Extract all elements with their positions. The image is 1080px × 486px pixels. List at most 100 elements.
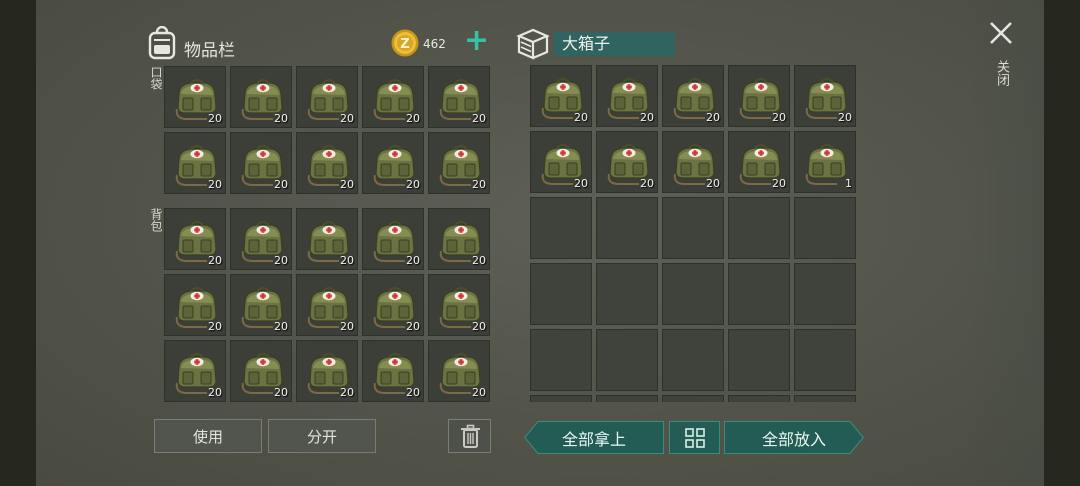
- box-slot[interactable]: [596, 263, 658, 325]
- box-slot[interactable]: 1: [794, 131, 856, 193]
- split-button[interactable]: 分开: [268, 419, 376, 453]
- trash-button[interactable]: [448, 419, 491, 453]
- box-slot[interactable]: [794, 197, 856, 259]
- put-all-button[interactable]: 全部放入: [724, 421, 864, 454]
- take-all-button[interactable]: 全部拿上: [524, 421, 664, 454]
- box-slot[interactable]: 20: [794, 65, 856, 127]
- item-quantity: 20: [472, 254, 486, 267]
- box-slot[interactable]: [794, 329, 856, 391]
- add-coins-button[interactable]: +: [464, 26, 489, 56]
- item-quantity: 20: [406, 178, 420, 191]
- box-grid: 20 20 20 20 20 20 20 20 20 1: [530, 65, 856, 402]
- backpack-slot[interactable]: 20: [230, 274, 292, 336]
- box-slot[interactable]: [596, 197, 658, 259]
- box-slot[interactable]: [596, 329, 658, 391]
- item-quantity: 20: [472, 320, 486, 333]
- backpack-slot[interactable]: 20: [428, 340, 490, 402]
- item-quantity: 20: [406, 254, 420, 267]
- box-slot[interactable]: 20: [662, 65, 724, 127]
- pocket-slot[interactable]: 20: [362, 66, 424, 128]
- backpack-slot[interactable]: 20: [164, 274, 226, 336]
- box-slot[interactable]: [728, 197, 790, 259]
- box-slot[interactable]: [662, 395, 724, 402]
- item-quantity: 20: [274, 254, 288, 267]
- box-slot[interactable]: 20: [530, 65, 592, 127]
- box-slot[interactable]: [530, 395, 592, 402]
- item-quantity: 20: [706, 111, 720, 124]
- pocket-slot[interactable]: 20: [230, 132, 292, 194]
- backpack-slot[interactable]: 20: [296, 208, 358, 270]
- box-slot[interactable]: [728, 263, 790, 325]
- pocket-slot[interactable]: 20: [164, 132, 226, 194]
- box-slot[interactable]: 20: [530, 131, 592, 193]
- box-slot[interactable]: 20: [596, 65, 658, 127]
- item-quantity: 20: [340, 112, 354, 125]
- inventory-title: 物品栏: [184, 41, 235, 61]
- backpack-slot[interactable]: 20: [296, 340, 358, 402]
- box-slot[interactable]: [728, 395, 790, 402]
- item-quantity: 20: [472, 386, 486, 399]
- pocket-slot[interactable]: 20: [428, 66, 490, 128]
- item-quantity: 20: [274, 386, 288, 399]
- item-quantity: 20: [406, 386, 420, 399]
- pocket-grid: 20 20 20 20 20 20 20 20 20 20: [164, 66, 490, 194]
- pocket-slot[interactable]: 20: [230, 66, 292, 128]
- backpack-slot[interactable]: 20: [362, 208, 424, 270]
- box-slot[interactable]: [530, 197, 592, 259]
- close-label: 关闭: [994, 60, 1009, 86]
- box-slot[interactable]: [662, 197, 724, 259]
- item-quantity: 1: [845, 177, 852, 190]
- backpack-slot[interactable]: 20: [428, 208, 490, 270]
- box-header: 大箱子: [515, 26, 679, 62]
- sort-button[interactable]: [669, 421, 720, 454]
- backpack-slot[interactable]: 20: [362, 274, 424, 336]
- backpack-slot[interactable]: 20: [428, 274, 490, 336]
- put-all-label: 全部放入: [761, 429, 826, 449]
- pocket-slot[interactable]: 20: [296, 66, 358, 128]
- item-quantity: 20: [274, 178, 288, 191]
- pocket-slot[interactable]: 20: [362, 132, 424, 194]
- item-quantity: 20: [274, 112, 288, 125]
- box-slot[interactable]: [662, 329, 724, 391]
- item-quantity: 20: [472, 112, 486, 125]
- take-all-label: 全部拿上: [561, 429, 626, 449]
- coin-count: 462: [423, 37, 446, 51]
- box-slot[interactable]: [728, 329, 790, 391]
- item-quantity: 20: [472, 178, 486, 191]
- box-title: 大箱子: [554, 32, 675, 56]
- box-slot[interactable]: [530, 329, 592, 391]
- box-slot[interactable]: [794, 263, 856, 325]
- backpack-slot[interactable]: 20: [362, 340, 424, 402]
- close-button[interactable]: 关闭: [982, 18, 1020, 98]
- box-slot[interactable]: [596, 395, 658, 402]
- pocket-slot[interactable]: 20: [296, 132, 358, 194]
- backpack-slot[interactable]: 20: [230, 208, 292, 270]
- close-icon: [990, 22, 1012, 44]
- item-quantity: 20: [274, 320, 288, 333]
- pocket-label: 口袋: [149, 66, 163, 90]
- box-slot[interactable]: 20: [728, 65, 790, 127]
- box-slot[interactable]: [794, 395, 856, 402]
- pocket-slot[interactable]: 20: [164, 66, 226, 128]
- backpack-label: 背包: [149, 208, 163, 232]
- box-slot[interactable]: 20: [728, 131, 790, 193]
- coin-icon: Z: [391, 29, 419, 57]
- item-quantity: 20: [406, 112, 420, 125]
- left-letterbox: [0, 0, 36, 486]
- backpack-slot[interactable]: 20: [230, 340, 292, 402]
- backpack-slot[interactable]: 20: [296, 274, 358, 336]
- backpack-slot[interactable]: 20: [164, 208, 226, 270]
- box-slot[interactable]: [530, 263, 592, 325]
- item-quantity: 20: [208, 320, 222, 333]
- backpack-slot[interactable]: 20: [164, 340, 226, 402]
- item-quantity: 20: [640, 111, 654, 124]
- item-quantity: 20: [406, 320, 420, 333]
- pocket-slot[interactable]: 20: [428, 132, 490, 194]
- right-letterbox: [1044, 0, 1080, 486]
- box-slot[interactable]: [662, 263, 724, 325]
- box-slot[interactable]: 20: [662, 131, 724, 193]
- item-quantity: 20: [772, 111, 786, 124]
- box-slot[interactable]: 20: [596, 131, 658, 193]
- trash-icon: [461, 424, 480, 448]
- use-button[interactable]: 使用: [154, 419, 262, 453]
